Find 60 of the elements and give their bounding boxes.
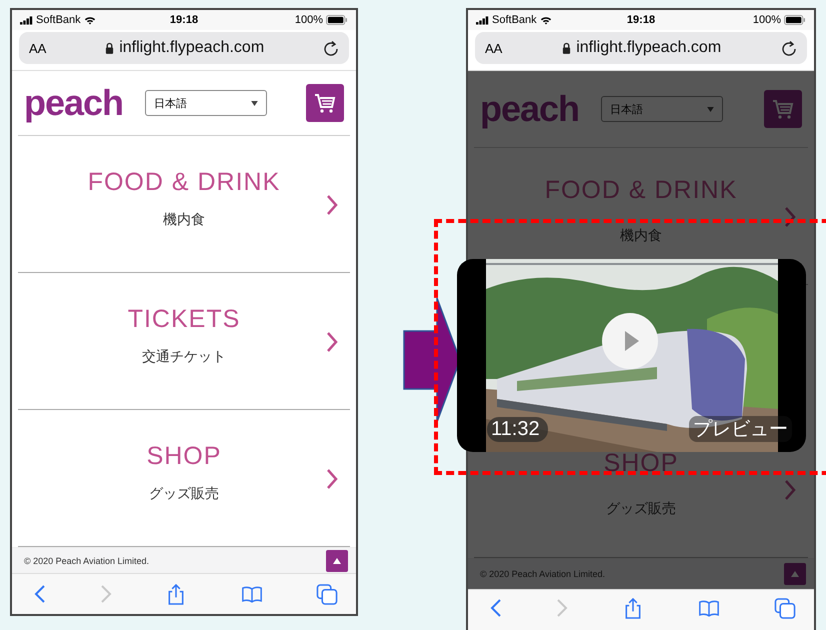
book-icon[interactable] [698, 598, 720, 619]
menu-item[interactable]: FOOD & DRINK 機内食 [18, 136, 350, 273]
signal-icon [20, 16, 33, 24]
wifi-icon [84, 16, 96, 24]
menu-item[interactable]: TICKETS 交通チケット [18, 273, 350, 410]
address-bar[interactable]: AA inflight.flypeach.com [19, 32, 349, 64]
lock-icon [562, 42, 572, 54]
clock-time: 19:18 [626, 14, 656, 26]
logo[interactable]: peach [24, 82, 124, 124]
cart-icon [771, 97, 795, 121]
battery-icon [326, 15, 348, 25]
menu-subtitle: 機内食 [620, 226, 662, 244]
carrier-name: SoftBank [492, 14, 537, 26]
wifi-icon [540, 16, 552, 24]
triangle-up-icon [333, 558, 341, 564]
text-size-button[interactable]: AA [485, 40, 502, 56]
menu-subtitle: グッズ販売 [149, 484, 219, 502]
tabs-icon[interactable] [774, 598, 796, 619]
back-icon[interactable] [490, 598, 502, 618]
cart-button[interactable] [306, 84, 344, 122]
chevron-right-icon [784, 479, 796, 501]
copyright-text: © 2020 Peach Aviation Limited. [480, 569, 606, 579]
menu-title: TICKETS [128, 304, 240, 334]
tabs-icon[interactable] [316, 584, 338, 604]
menu-title: FOOD & DRINK [544, 176, 738, 204]
caret-icon [707, 106, 714, 112]
lock-icon [105, 42, 114, 54]
menu-title: SHOP [146, 442, 222, 470]
battery-percent: 100% [752, 14, 781, 26]
copyright-text: © 2020 Peach Aviation Limited. [24, 556, 150, 566]
text-size-button[interactable]: AA [29, 40, 46, 56]
signal-icon [476, 16, 489, 24]
chevron-right-icon [326, 468, 338, 490]
battery-icon [784, 15, 806, 25]
menu-subtitle: 交通チケット [142, 348, 226, 366]
battery-percent: 100% [294, 14, 323, 26]
chevron-right-icon [326, 331, 338, 353]
chevron-right-icon [326, 194, 338, 216]
url-text: inflight.flypeach.com [576, 39, 722, 57]
carrier-name: SoftBank [36, 14, 81, 26]
language-select[interactable]: 日本語 [145, 90, 268, 116]
preview-label: プレビュー [689, 416, 792, 442]
reload-icon[interactable] [323, 40, 339, 56]
play-button-icon[interactable] [602, 313, 658, 369]
reload-icon[interactable] [781, 40, 797, 56]
back-icon[interactable] [34, 584, 46, 604]
menu-subtitle: グッズ販売 [606, 500, 676, 518]
url-text: inflight.flypeach.com [119, 39, 264, 57]
chevron-right-icon [784, 206, 796, 228]
cart-icon [313, 91, 337, 115]
clock-time: 19:18 [170, 14, 198, 26]
video-player[interactable]: 11:32 プレビュー [457, 259, 806, 452]
menu-subtitle: 機内食 [163, 210, 205, 228]
triangle-up-icon [791, 571, 799, 577]
video-duration: 11:32 [487, 417, 548, 442]
caret-icon [251, 100, 258, 106]
book-icon[interactable] [240, 584, 262, 604]
back-to-top-button[interactable] [326, 550, 348, 572]
menu-title: FOOD & DRINK [88, 168, 280, 196]
address-bar[interactable]: AA inflight.flypeach.com [475, 32, 807, 64]
